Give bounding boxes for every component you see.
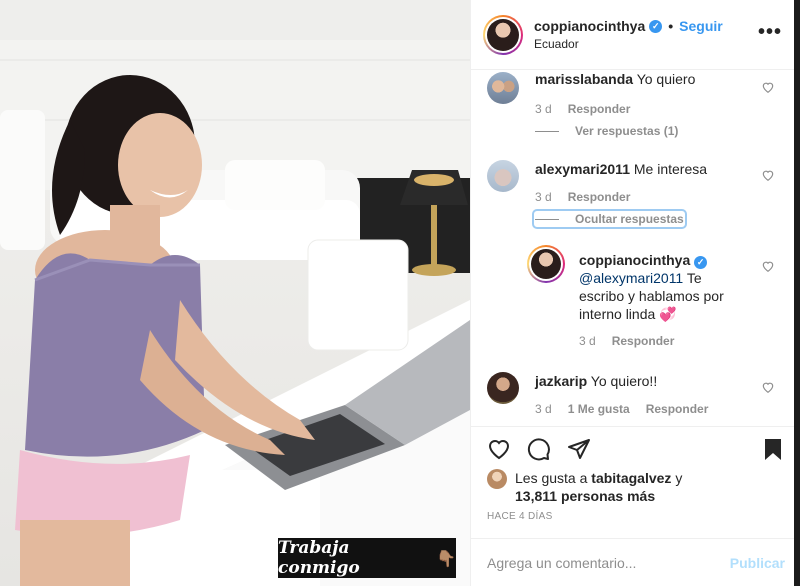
heart-icon[interactable] bbox=[487, 437, 511, 461]
comment-like-heart-icon[interactable] bbox=[761, 168, 775, 182]
comment-text: Yo quiero!! bbox=[590, 373, 658, 389]
post-details-panel: coppianocinthya ✓ • Seguir Ecuador ••• m… bbox=[470, 0, 800, 586]
header-separator: • bbox=[668, 18, 674, 34]
post-caption-overlay: Trabaja conmigo 👇🏽 bbox=[278, 538, 456, 578]
reply-button[interactable]: Responder bbox=[568, 102, 631, 116]
comment-time[interactable]: 3 d bbox=[535, 102, 552, 116]
add-comment-bar: Publicar bbox=[471, 538, 800, 586]
hearts-emoji: 💞 bbox=[659, 306, 677, 322]
commenter-avatar[interactable] bbox=[487, 72, 519, 104]
post-actions: Les gusta a tabitagalvez y 13,811 person… bbox=[471, 426, 800, 538]
verified-badge-icon: ✓ bbox=[649, 19, 663, 33]
view-replies-label: Ver respuestas (1) bbox=[575, 124, 679, 138]
reply-time[interactable]: 3 d bbox=[579, 334, 596, 348]
reply-like-heart-icon[interactable] bbox=[761, 259, 775, 273]
comment-like-heart-icon[interactable] bbox=[761, 80, 775, 94]
reply-mention-link[interactable]: @alexymari2011 bbox=[579, 270, 683, 286]
post-timestamp[interactable]: HACE 4 DÍAS bbox=[487, 511, 553, 522]
verified-badge-icon: ✓ bbox=[694, 256, 708, 269]
commenter-avatar[interactable] bbox=[487, 372, 519, 404]
comment-time[interactable]: 3 d bbox=[535, 402, 552, 416]
more-options-icon[interactable]: ••• bbox=[758, 22, 782, 42]
comments-list[interactable]: marisslabanda Yo quiero 3 d Responder Ve… bbox=[471, 70, 800, 425]
pointing-down-emoji: 👇🏽 bbox=[436, 548, 456, 568]
likes-connector: y bbox=[675, 470, 683, 486]
background-edge bbox=[794, 0, 800, 586]
comment-icon[interactable] bbox=[527, 437, 551, 461]
comment-input[interactable] bbox=[487, 554, 717, 571]
bookmark-icon[interactable] bbox=[761, 437, 785, 461]
hide-replies-label: Ocultar respuestas bbox=[575, 212, 684, 226]
comment-text: Me interesa bbox=[633, 161, 708, 177]
post-header: coppianocinthya ✓ • Seguir Ecuador ••• bbox=[471, 0, 800, 70]
replies-divider bbox=[535, 130, 559, 132]
post-comment-button[interactable]: Publicar bbox=[730, 555, 785, 571]
commenter-avatar[interactable] bbox=[487, 160, 519, 192]
comment-time[interactable]: 3 d bbox=[535, 190, 552, 204]
commenter-username[interactable]: marisslabanda bbox=[535, 71, 633, 87]
follow-button[interactable]: Seguir bbox=[679, 18, 723, 34]
reply-button[interactable]: Responder bbox=[646, 402, 709, 416]
commenter-username[interactable]: jazkarip bbox=[535, 373, 587, 389]
post-photo[interactable]: Trabaja conmigo 👇🏽 bbox=[0, 0, 470, 586]
likes-count[interactable]: 13,811 bbox=[515, 488, 557, 504]
reply-author-username[interactable]: coppianocinthya bbox=[579, 252, 690, 268]
reply-author-avatar[interactable] bbox=[527, 245, 565, 283]
caption-text: Trabaja conmigo bbox=[278, 538, 360, 578]
author-username[interactable]: coppianocinthya bbox=[534, 18, 645, 34]
author-avatar[interactable] bbox=[483, 15, 523, 55]
comment-text: Yo quiero bbox=[636, 71, 696, 87]
reply-button[interactable]: Responder bbox=[568, 190, 631, 204]
share-icon[interactable] bbox=[567, 437, 591, 461]
likes-suffix[interactable]: personas más bbox=[561, 488, 655, 504]
post-image-illustration bbox=[0, 0, 470, 586]
likes-prefix: Les gusta a bbox=[515, 470, 588, 486]
comment-likes-count[interactable]: 1 Me gusta bbox=[568, 402, 630, 416]
reply-button[interactable]: Responder bbox=[612, 334, 675, 348]
view-replies-button[interactable]: Ver respuestas (1) bbox=[535, 124, 678, 138]
comment-like-heart-icon[interactable] bbox=[761, 380, 775, 394]
liker-avatar[interactable] bbox=[487, 469, 507, 489]
liker-username[interactable]: tabitagalvez bbox=[591, 470, 671, 486]
post-location[interactable]: Ecuador bbox=[534, 37, 579, 51]
hide-replies-button[interactable]: Ocultar respuestas bbox=[532, 209, 687, 229]
commenter-username[interactable]: alexymari2011 bbox=[535, 161, 630, 177]
replies-divider bbox=[535, 218, 559, 220]
